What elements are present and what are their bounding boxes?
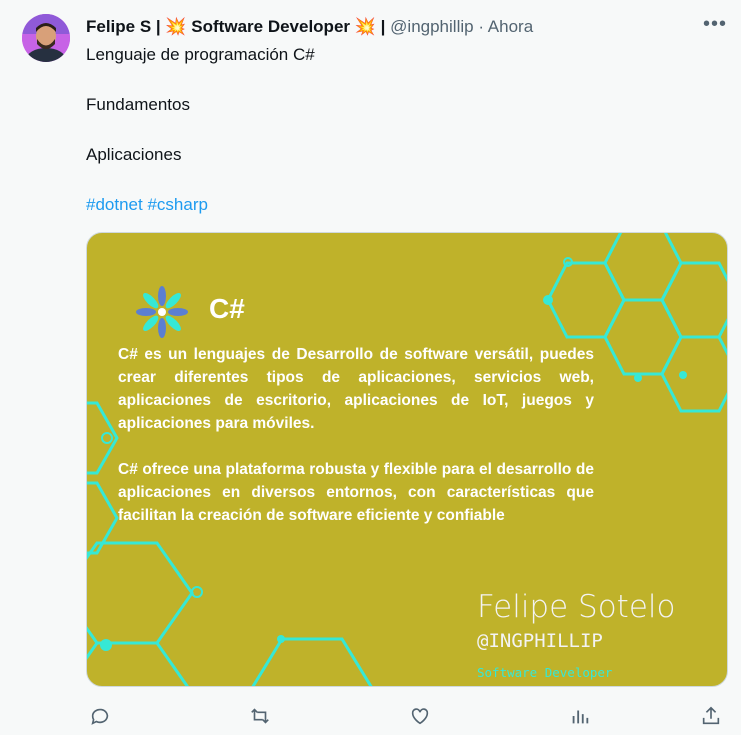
sparkle-icon: 💥: [354, 17, 376, 36]
more-options-icon[interactable]: •••: [703, 13, 727, 36]
tweet-line-3: Aplicaciones: [86, 145, 182, 164]
signature-role: Software Developer: [477, 665, 613, 680]
tweet-media-image[interactable]: C# C# es un lenguajes de Desarrollo de s…: [86, 232, 728, 687]
tweet-header: Felipe S | 💥 Software Developer 💥 | @ing…: [86, 17, 721, 39]
csharp-logo-icon: [136, 286, 188, 338]
media-paragraph-2: C# ofrece una plataforma robusta y flexi…: [118, 461, 594, 524]
signature-handle: @INGPHILLIP: [477, 630, 603, 652]
timestamp[interactable]: Ahora: [488, 17, 533, 36]
tweet-actions: [86, 702, 729, 730]
analytics-icon[interactable]: [566, 702, 594, 730]
share-icon[interactable]: [697, 702, 725, 730]
media-paragraph-1: C# es un lenguajes de Desarrollo de soft…: [118, 346, 594, 432]
tweet-line-1: Lenguaje de programación C#: [86, 45, 315, 64]
hashtag-csharp[interactable]: #csharp: [147, 195, 207, 214]
author-handle[interactable]: @ingphillip: [390, 17, 473, 36]
like-icon[interactable]: [406, 702, 434, 730]
signature-name: Felipe Sotelo: [477, 589, 676, 625]
media-title: C#: [209, 293, 245, 324]
separator: ·: [478, 17, 484, 36]
tweet-line-2: Fundamentos: [86, 95, 190, 114]
author-name[interactable]: Felipe S | 💥 Software Developer 💥 |: [86, 17, 385, 36]
reply-icon[interactable]: [86, 702, 114, 730]
retweet-icon[interactable]: [246, 702, 274, 730]
sparkle-icon: 💥: [165, 17, 187, 36]
hashtag-line: #dotnet #csharp: [86, 195, 208, 215]
avatar[interactable]: [22, 14, 70, 62]
hashtag-dotnet[interactable]: #dotnet: [86, 195, 143, 214]
